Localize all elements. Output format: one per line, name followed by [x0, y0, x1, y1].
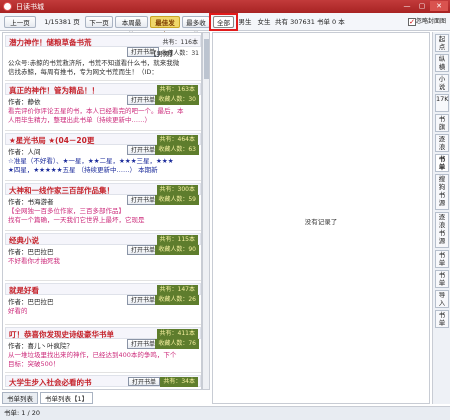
source-sidebar: 起点 纵横 小说 17K 书旗 逐浪 书单 搜狗书源 逐浪书源 书单 书单 导入… — [432, 32, 450, 404]
card-author: 作者：人间 — [8, 148, 41, 156]
sidebar-item[interactable]: 导入 — [435, 290, 449, 308]
booklist-summary: 共有 307631 书单 0 本 — [275, 18, 345, 26]
card-author: 作者：静依 — [8, 98, 41, 106]
sidebar-item[interactable]: 逐浪书源 — [435, 212, 449, 248]
filter-weekly-hot[interactable]: 本周最热 — [115, 16, 148, 39]
booklist-card[interactable]: 就是好看 共有：147本 作者：巴巴拉巴 打开书单 收藏人数：26 好看的 — [5, 283, 201, 325]
sidebar-item[interactable]: 纵横 — [435, 54, 449, 72]
card-count: 共有：116本 — [162, 39, 198, 46]
open-booklist-button[interactable]: 打开书单 — [127, 295, 160, 305]
card-author: 作者：书海游者 — [8, 198, 54, 206]
booklist-tabs: 书单列表 书单列表【1】 — [2, 392, 212, 405]
window-title: 日读书城 — [16, 3, 44, 11]
sidebar-item[interactable]: 17K — [435, 94, 449, 112]
sidebar-item[interactable]: 书单 — [435, 250, 449, 268]
sidebar-item[interactable]: 书旗 — [435, 114, 449, 132]
card-favorites: 收藏人数：59 — [155, 195, 199, 205]
highlight-box — [209, 13, 238, 31]
card-desc-line: 【全网独一百多位作家，三百多部作品】 — [8, 207, 125, 215]
open-booklist-button[interactable]: 打开书单 — [127, 245, 160, 255]
filter-female[interactable]: 女生 — [255, 16, 273, 28]
open-booklist-button[interactable]: 打开书单 — [127, 95, 160, 105]
empty-message: 没有记录了 — [304, 218, 338, 226]
card-count: 共有：147本 — [156, 285, 198, 295]
card-author: 作者：喜儿丶叶疯院？ — [8, 342, 73, 350]
booklist-scrollbar[interactable] — [202, 32, 210, 390]
card-count: 共有：163本 — [156, 85, 198, 95]
next-page-button[interactable]: 下一页 — [85, 16, 113, 28]
card-count: 共有：411本 — [156, 329, 198, 339]
sidebar-item[interactable]: 搜狗书源 — [435, 174, 449, 210]
card-desc-line: 目标：突破500！ — [8, 360, 60, 368]
card-count: 共有：34本 — [160, 377, 198, 387]
card-author: 作者：巴巴拉巴 — [8, 248, 54, 256]
booklist-card[interactable]: 大学生步入社会必看的书 打开书单 共有：34本 — [5, 375, 201, 389]
ignore-cover-label: 忽略封面图 — [416, 18, 447, 25]
app-logo-icon — [3, 2, 12, 11]
ignore-cover-checkbox[interactable]: ✓ — [408, 18, 416, 26]
status-bar: 书单: 1 / 20 — [0, 406, 450, 420]
filter-male[interactable]: 男生 — [236, 16, 254, 28]
card-favorites: 收藏人数：31 — [161, 50, 199, 57]
page-indicator: 1/15381 页 — [44, 18, 80, 26]
card-count: 共有：115本 — [156, 235, 198, 245]
prev-page-button[interactable]: 上一页 — [4, 16, 36, 28]
sidebar-item[interactable]: 书单 — [435, 310, 449, 328]
filter-best-published[interactable]: 最佳发布 — [150, 16, 180, 39]
booklist-card[interactable]: 大神和一线作家三百部作品集！ 共有：300本 作者：书海游者 打开书单 收藏人数… — [5, 183, 201, 231]
card-favorites: 收藏人数：30 — [155, 95, 199, 105]
scrollbar-thumb[interactable] — [204, 39, 209, 79]
filter-most-favorited[interactable]: 最多收藏 — [182, 16, 210, 39]
card-desc-line: 好看的 — [8, 307, 28, 315]
card-favorites: 收藏人数：90 — [155, 245, 199, 255]
card-desc-line: 找有一个篇确，一天我们它世界上最坏，它现是 — [8, 216, 145, 224]
card-favorites: 收藏人数：26 — [155, 295, 199, 305]
booklist-card[interactable]: 真正的神作！管为精品！！ 共有：163本 作者：静依 打开书单 收藏人数：30 … — [5, 83, 201, 131]
booklist-card[interactable]: ★星光书局 ★(04－20更 共有：464本 作者：人间 打开书单 收藏人数：6… — [5, 133, 201, 181]
card-favorites: 收藏人数：63 — [155, 145, 199, 155]
booklist-card[interactable]: 叮！恭喜你发现史诗级豪华书单 共有：411本 作者：喜儿丶叶疯院？ 打开书单 收… — [5, 327, 201, 373]
card-count: 共有：464本 — [156, 135, 198, 145]
minimize-button[interactable]: — — [400, 1, 414, 11]
booklist-panel: 潜力神作！储粮草备书荒 共有：116本 打开书单 【男频】 收藏人数：31 公众… — [2, 32, 202, 390]
sidebar-item[interactable]: 起点 — [435, 34, 449, 52]
card-count: 共有：300本 — [156, 185, 198, 195]
title-bar: 日读书城 — ▢ ✕ — [0, 0, 450, 13]
sidebar-item[interactable]: 书单 — [435, 270, 449, 288]
open-booklist-button[interactable]: 打开书单 — [127, 339, 160, 349]
card-desc-line: 公众号:赤鲸的书荒救济所，书荒不知道看什么书，就来我微 — [8, 59, 180, 67]
card-desc-line: 从一堆垃圾里找出来的神作，已经达到400本的争鸣，下个 — [8, 351, 177, 359]
tab-booklist[interactable]: 书单列表 — [2, 392, 38, 404]
card-desc-line: 信找赤鲸，每周有推书，专为网文书荒而生！（ID： — [8, 68, 158, 76]
sidebar-item-booklist[interactable]: 书单 — [435, 154, 449, 172]
booklist-card[interactable]: 经典小说 共有：115本 作者：巴巴拉巴 打开书单 收藏人数：90 不好看你才抽… — [5, 233, 201, 281]
card-favorites: 收藏人数：76 — [155, 339, 199, 349]
card-desc-line: ★四星，★★★★★五星 （持续更新中……） 本期新 — [8, 166, 158, 174]
sidebar-item[interactable]: 小说 — [435, 74, 449, 92]
open-booklist-button[interactable]: 打开书单 — [127, 195, 160, 205]
card-desc-line: ☆准星（不好看）、★一星，★★二星，★★★三星，★★★ — [8, 157, 174, 165]
open-booklist-button[interactable]: 打开书单 — [128, 377, 161, 386]
card-desc-line: 看完评价你评论五星的书，本人已经看完的吧一个。最后，本 — [8, 107, 184, 115]
card-desc-line: 人用毕生精力，整理出此书单（持续更新中……） — [8, 116, 151, 124]
card-author: 作者：巴巴拉巴 — [8, 298, 54, 306]
content-panel: 没有记录了 — [212, 32, 430, 404]
sidebar-item[interactable]: 逐浪 — [435, 134, 449, 152]
maximize-button[interactable]: ▢ — [415, 1, 429, 11]
card-title[interactable]: 大学生步入社会必看的书 — [9, 377, 92, 388]
close-button[interactable]: ✕ — [430, 1, 448, 11]
open-booklist-button[interactable]: 打开书单 — [127, 145, 160, 155]
tab-booklist-1[interactable]: 书单列表【1】 — [40, 392, 94, 404]
booklist-card[interactable]: 潜力神作！储粮草备书荒 共有：116本 打开书单 【男频】 收藏人数：31 公众… — [5, 35, 201, 81]
card-desc-line: 不好看你才抽死我 — [8, 257, 60, 265]
